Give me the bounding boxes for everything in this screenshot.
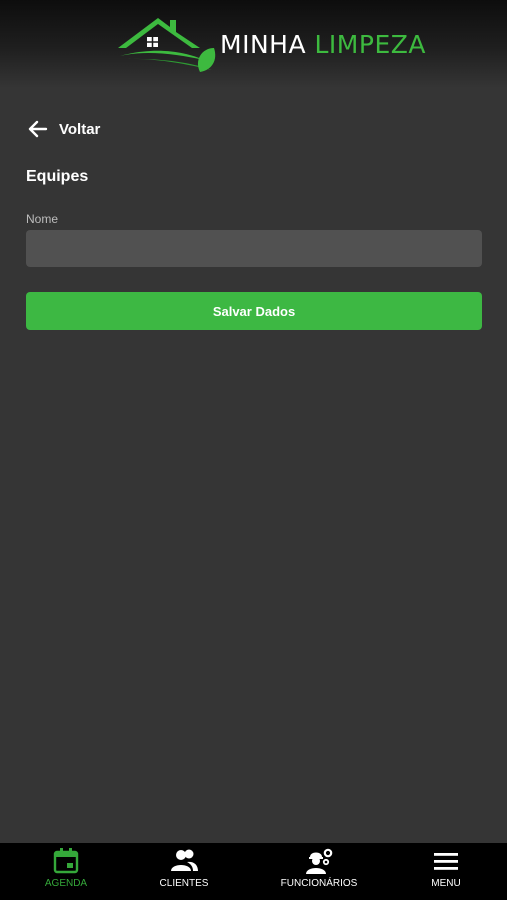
nav-item-agenda[interactable]: AGENDA [36, 843, 96, 900]
name-input[interactable] [26, 230, 482, 267]
name-field-label: Nome [26, 212, 59, 226]
back-label: Voltar [59, 120, 101, 138]
nav-item-menu[interactable]: MENU [416, 843, 476, 900]
users-icon [171, 849, 198, 871]
nav-label-clientes: CLIENTES [159, 878, 209, 889]
app-header: MINHA LIMPEZA [0, 0, 507, 88]
nav-item-clientes[interactable]: CLIENTES [154, 843, 214, 900]
calendar-icon [53, 848, 79, 874]
hamburger-menu-icon [434, 853, 458, 870]
arrow-left-icon [28, 120, 48, 138]
worker-gear-icon [306, 848, 333, 874]
brand-word-limpeza: LIMPEZA [314, 30, 426, 59]
brand-word-minha: MINHA [220, 30, 307, 59]
nav-label-funcionarios: FUNCIONÁRIOS [280, 878, 358, 889]
nav-item-funcionarios[interactable]: FUNCIONÁRIOS [279, 843, 359, 900]
nav-label-menu: MENU [431, 878, 461, 889]
save-button[interactable]: Salvar Dados [26, 292, 482, 330]
page-title: Equipes [26, 168, 89, 185]
bottom-nav: AGENDA CLIENTES FUNCIONÁRIOS MENU [0, 843, 507, 900]
brand-name: MINHA LIMPEZA [220, 30, 426, 59]
back-button[interactable]: Voltar [26, 116, 100, 142]
nav-label-agenda: AGENDA [44, 878, 88, 889]
